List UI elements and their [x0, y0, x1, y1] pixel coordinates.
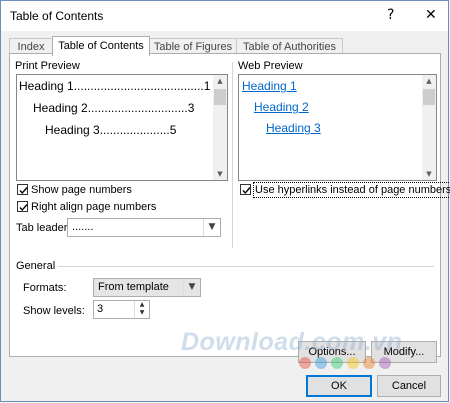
print-preview-scrollbar[interactable]: ▲ ▼	[213, 75, 227, 180]
web-preview-box: Heading 1 Heading 2 Heading 3 ▲ ▼	[238, 74, 437, 181]
ok-button[interactable]: OK	[306, 375, 372, 397]
watermark-text: Download.com.vn	[181, 328, 403, 356]
watermark-dot	[347, 357, 359, 369]
print-preview-heading-1: Heading 1...............................…	[19, 79, 211, 93]
stepper-up-icon[interactable]: ▲	[135, 301, 149, 309]
watermark-dot	[315, 357, 327, 369]
toc-dialog: Table of Contents ? ✕ Index Table of Con…	[0, 0, 450, 402]
scroll-thumb[interactable]	[423, 89, 435, 105]
web-preview-label: Web Preview	[238, 60, 303, 72]
formats-label: Formats:	[23, 282, 67, 294]
watermark-dot	[331, 357, 343, 369]
chevron-down-icon[interactable]: ▼	[203, 219, 220, 236]
stepper-down-icon[interactable]: ▼	[135, 309, 149, 317]
check-icon	[242, 187, 251, 195]
show-page-numbers-checkbox[interactable]	[17, 184, 28, 195]
show-levels-label: Show levels:	[23, 305, 85, 317]
right-align-label[interactable]: Right align page numbers	[31, 201, 156, 213]
tab-leader-label: Tab leader:	[16, 222, 71, 234]
stepper-arrows[interactable]: ▲ ▼	[134, 301, 149, 318]
web-preview-scrollbar[interactable]: ▲ ▼	[422, 75, 436, 180]
tab-leader-value: .......	[72, 221, 94, 233]
show-levels-stepper[interactable]: 3 ▲ ▼	[93, 300, 150, 319]
watermark-dot	[363, 357, 375, 369]
print-preview-heading-3: Heading 3.....................5	[45, 123, 177, 137]
chevron-down-icon[interactable]: ▼	[183, 279, 200, 296]
watermark-dot	[299, 357, 311, 369]
use-hyperlinks-checkbox[interactable]	[240, 184, 251, 195]
watermark-dots	[299, 357, 395, 372]
cancel-button[interactable]: Cancel	[377, 375, 441, 397]
help-button[interactable]: ?	[387, 7, 394, 23]
title-bar: Table of Contents ? ✕	[1, 1, 448, 31]
preview-divider	[232, 62, 233, 248]
print-preview-heading-2: Heading 2..............................3	[33, 101, 195, 115]
scroll-up-arrow-icon[interactable]: ▲	[213, 75, 227, 87]
use-hyperlinks-label[interactable]: Use hyperlinks instead of page numbers	[253, 182, 450, 198]
web-preview-link-heading-2[interactable]: Heading 2	[254, 100, 309, 114]
print-preview-label: Print Preview	[15, 60, 80, 72]
scroll-down-arrow-icon[interactable]: ▼	[422, 168, 436, 180]
right-align-checkbox[interactable]	[17, 201, 28, 212]
watermark-dot	[379, 357, 391, 369]
general-label: General	[16, 260, 56, 272]
scroll-thumb[interactable]	[214, 89, 226, 105]
scroll-down-arrow-icon[interactable]: ▼	[213, 168, 227, 180]
close-button[interactable]: ✕	[425, 7, 437, 23]
show-page-numbers-label[interactable]: Show page numbers	[31, 184, 132, 196]
dialog-title: Table of Contents	[10, 9, 104, 23]
tab-leader-dropdown[interactable]: ....... ▼	[67, 218, 221, 237]
web-preview-link-heading-1[interactable]: Heading 1	[242, 79, 297, 93]
tab-table-of-contents[interactable]: Table of Contents	[52, 36, 150, 56]
scroll-up-arrow-icon[interactable]: ▲	[422, 75, 436, 87]
show-levels-value[interactable]: 3	[97, 303, 103, 315]
check-icon	[19, 204, 28, 212]
check-icon	[19, 187, 28, 195]
tab-panel-toc: Print Preview Heading 1.................…	[9, 53, 450, 363]
general-divider	[58, 266, 434, 267]
web-preview-link-heading-3[interactable]: Heading 3	[266, 121, 321, 135]
formats-value: From template	[98, 281, 169, 293]
print-preview-box: Heading 1...............................…	[16, 74, 228, 181]
formats-dropdown[interactable]: From template ▼	[93, 278, 201, 297]
